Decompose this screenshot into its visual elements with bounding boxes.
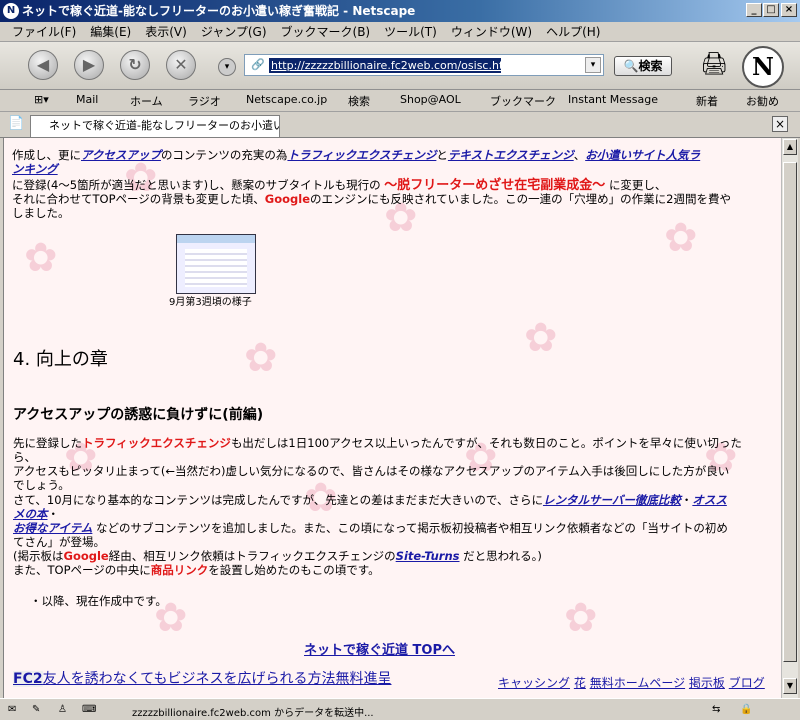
close-tab-icon[interactable]: × — [772, 116, 788, 132]
menu-bar: ファイル(F) 編集(E) 表示(V) ジャンプ(G) ブックマーク(B) ツール(T) ウ… — [0, 22, 800, 42]
forward-button[interactable]: ▶ — [74, 50, 104, 80]
mail-status-icon[interactable]: ✉ — [8, 704, 16, 715]
menu-edit[interactable]: 編集(E) — [83, 22, 138, 42]
text-line: でしょう。 — [13, 478, 70, 492]
menu-help[interactable]: ヘルプ(H) — [539, 22, 607, 42]
home-dropdown-icon[interactable]: ▾ — [218, 58, 236, 76]
footer-link-cashing[interactable]: キャッシング — [498, 676, 570, 690]
shop-link[interactable]: Shop@AOL — [400, 93, 461, 106]
footer-link-free-homepage[interactable]: 無料ホームページ — [590, 676, 685, 690]
text-line: しました。 — [12, 206, 70, 220]
connection-icon: ⇆ — [712, 704, 721, 715]
screenshot-thumbnail[interactable] — [176, 234, 256, 294]
status-bar: ✉ ✎ ♙ ⌨ zzzzzbillionaire.fc2web.com からデー… — [0, 698, 800, 720]
access-up-link[interactable]: アクセスアップ — [81, 148, 161, 162]
section-heading: アクセスアップの誘惑に負けずに(前編) — [13, 407, 264, 423]
text-line: に登録(4〜5箇所が適当だと思います)し、懸案のサブタイトルも現行の 〜脱フリー… — [12, 178, 667, 193]
url-bar[interactable]: 🔗 http://zzzzzbillionaire.fc2web.com/osi… — [244, 54, 604, 76]
status-text: zzzzzbillionaire.fc2web.com からデータを転送中... — [132, 708, 374, 719]
scroll-up-icon[interactable]: ▲ — [783, 139, 797, 155]
text-line: お得なアイテム などのサブコンテンツを追加しました。また、この頃になって掲示板初… — [13, 521, 728, 535]
window-title-bar: N ネットで稼ぐ近道-能なしフリーターのお小遣い稼ぎ奮戦記 - Netscape… — [0, 0, 800, 22]
text-line: また、TOPページの中央に商品リンクを設置し始めたのもこの頃です。 — [13, 563, 380, 577]
netscape-link[interactable]: Netscape.co.jp — [246, 93, 327, 106]
chapter-heading: 4. 向上の章 — [13, 349, 108, 370]
site-turns-link[interactable]: Site-Turns — [396, 549, 460, 563]
text-line: ・以降、現在作成中です。 — [30, 594, 167, 608]
close-button[interactable]: × — [781, 3, 797, 17]
menu-go[interactable]: ジャンプ(G) — [194, 22, 274, 42]
recommended-books-link-cont[interactable]: メの本 — [13, 507, 48, 521]
menu-window[interactable]: ウィンドウ(W) — [444, 22, 539, 42]
menu-view[interactable]: 表示(V) — [138, 22, 194, 42]
url-dropdown-icon[interactable]: ▾ — [585, 57, 601, 73]
text-line: アクセスもピッタリ止まって(←当然だわ)虚しい気分になるので、皆さんはその様なア… — [13, 464, 730, 478]
text-line: メの本・ — [13, 507, 59, 521]
netscape-icon: N — [3, 3, 19, 19]
text-exchange-link[interactable]: テキストエクスチェンジ — [448, 148, 574, 162]
radio-link[interactable]: ラジオ — [188, 93, 221, 109]
new-link[interactable]: 新着 — [696, 93, 718, 109]
footer-link-blog[interactable]: ブログ — [729, 676, 765, 690]
text-line: それに合わせてTOPページの背景も変更した頃、Googleのエンジンにも反映され… — [12, 192, 731, 206]
footer-link-flower[interactable]: 花 — [574, 676, 586, 690]
sakura-icon: ✿ — [664, 215, 698, 261]
window-title: ネットで稼ぐ近道-能なしフリーターのお小遣い稼ぎ奮戦記 - Netscape — [22, 4, 416, 18]
compose-icon[interactable]: ✎ — [32, 704, 40, 715]
page-icon: 🔗 — [251, 58, 265, 71]
rental-server-link[interactable]: レンタルサーバー徹底比較 — [543, 493, 681, 507]
scroll-thumb[interactable] — [783, 162, 797, 662]
maximize-button[interactable]: □ — [763, 3, 779, 17]
thumbnail-caption: 9月第3週頃の様子 — [169, 297, 252, 308]
stop-button[interactable]: ✕ — [166, 50, 196, 80]
text-line: (掲示板はGoogle経由、相互リンク依頼はトラフィックエクスチェンジのSite… — [13, 549, 542, 563]
back-button[interactable]: ◀ — [28, 50, 58, 80]
footer-links: キャッシング 花 無料ホームページ 掲示板 ブログ — [498, 676, 765, 690]
ranking-link-cont[interactable]: ンキング — [12, 162, 58, 176]
menu-bookmarks[interactable]: ブックマーク(B) — [274, 22, 378, 42]
menu-file[interactable]: ファイル(F) — [0, 22, 83, 42]
editor-icon[interactable]: ⌨ — [82, 704, 96, 715]
text-line: 先に登録したトラフィックエクスチェンジも出だしは1日100アクセス以上いったんで… — [13, 436, 742, 450]
page-content: ✿ ✿ ✿ ✿ ✿ ✿ ✿ ✿ ✿ ✿ ✿ ✿ 作成し、更にアクセスアップのコン… — [3, 138, 781, 698]
personal-toolbar: ⊞▾ Mail ホーム ラジオ Netscape.co.jp 検索 Shop@A… — [0, 90, 800, 112]
navigation-toolbar: ◀ ▶ ↻ ✕ ▾ 🔗 http://zzzzzbillionaire.fc2w… — [0, 42, 800, 90]
search-button[interactable]: 🔍検索 — [614, 56, 672, 76]
top-page-link[interactable]: ネットで稼ぐ近道 TOPへ — [304, 643, 455, 659]
menu-tools[interactable]: ツール(T) — [377, 22, 444, 42]
search-link[interactable]: 検索 — [348, 93, 370, 109]
aim-icon[interactable]: ♙ — [58, 704, 67, 715]
home-link[interactable]: ホーム — [130, 93, 163, 109]
netscape-logo[interactable]: N — [742, 46, 784, 88]
reload-button[interactable]: ↻ — [120, 50, 150, 80]
instant-message-link[interactable]: Instant Message — [568, 93, 658, 106]
text-line: てさん」が登場。 — [13, 535, 105, 549]
bookmarks-link[interactable]: ブックマーク — [490, 93, 556, 109]
fc2-ad[interactable]: FC2友人を誘わなくてもビジネスを広げられる方法無料進呈 — [13, 670, 391, 688]
text-line: さて、10月になり基本的なコンテンツは完成したんですが、先達との差はまだまだ大き… — [13, 493, 727, 507]
ranking-link[interactable]: お小遣いサイト人気ラ — [585, 148, 700, 162]
tab-active[interactable]: ネットで稼ぐ近道-能なしフリーターのお小遣い... — [30, 115, 280, 137]
recommended-books-link[interactable]: オスス — [692, 493, 727, 507]
sakura-icon: ✿ — [524, 315, 558, 361]
url-text[interactable]: http://zzzzzbillionaire.fc2web.com/osisc… — [269, 58, 501, 73]
text-line: 作成し、更にアクセスアップのコンテンツの充実の為トラフィックエクスチェンジとテキ… — [12, 148, 701, 162]
sakura-icon: ✿ — [564, 595, 598, 641]
mail-link[interactable]: Mail — [76, 93, 98, 106]
recommend-link[interactable]: お勧め — [746, 93, 779, 109]
print-icon[interactable]: 🖨 — [700, 52, 728, 77]
deals-link[interactable]: お得なアイテム — [13, 521, 92, 535]
sakura-icon: ✿ — [244, 335, 278, 381]
new-tab-icon[interactable]: 📄 — [8, 116, 24, 131]
scroll-down-icon[interactable]: ▼ — [783, 678, 797, 694]
tab-icon[interactable]: ⊞▾ — [34, 93, 49, 106]
sakura-icon: ✿ — [24, 235, 58, 281]
security-icon: 🔒 — [740, 704, 753, 715]
text-line: ら、 — [13, 450, 36, 464]
traffic-exchange-link[interactable]: トラフィックエクスチェンジ — [287, 148, 436, 162]
minimize-button[interactable]: _ — [746, 3, 762, 17]
vertical-scrollbar[interactable]: ▲ ▼ — [781, 138, 798, 698]
footer-link-bbs[interactable]: 掲示板 — [689, 676, 725, 690]
